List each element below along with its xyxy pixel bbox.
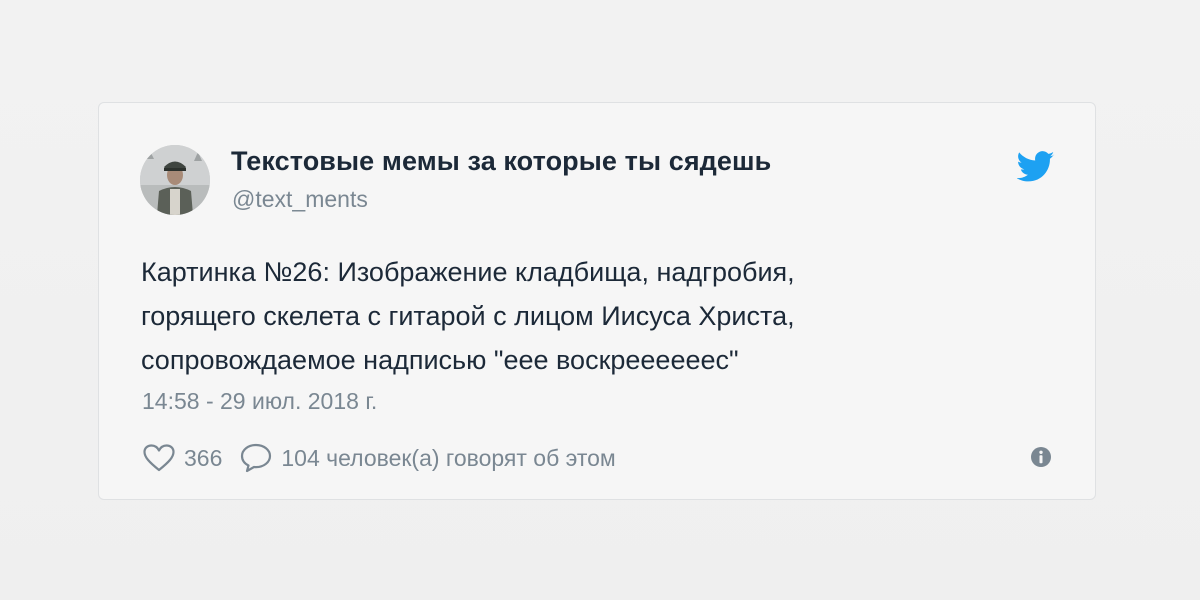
tweet-text-line: горящего скелета с гитарой с лицом Иисус… [141, 301, 795, 331]
tweet-actions: 366 104 человек(а) говорят об этом [143, 441, 616, 475]
tweet-timestamp[interactable]: 14:58 - 29 июл. 2018 г. [142, 388, 377, 415]
tweet-text-line: сопровождаемое надписью "еее воскрееееee… [141, 345, 739, 375]
info-icon[interactable] [1030, 446, 1052, 468]
speech-bubble-icon [241, 443, 272, 473]
avatar[interactable] [140, 145, 210, 215]
like-count: 366 [184, 444, 223, 471]
author-handle[interactable]: @text_ments [232, 186, 368, 213]
like-button[interactable]: 366 [143, 444, 222, 472]
avatar-photo [140, 145, 210, 215]
tweet-card: Текстовые мемы за которые ты сядешь @tex… [98, 102, 1096, 500]
reply-count-text: 104 человек(а) говорят об этом [281, 444, 616, 471]
author-display-name[interactable]: Текстовые мемы за которые ты сядешь [231, 146, 771, 177]
reply-button[interactable]: 104 человек(а) говорят об этом [240, 443, 616, 473]
tweet-text-line: Картинка №26: Изображение кладбища, надг… [141, 257, 795, 287]
twitter-bird-icon[interactable] [1017, 151, 1055, 183]
tweet-text: Картинка №26: Изображение кладбища, надг… [141, 250, 1041, 382]
heart-icon [143, 444, 175, 472]
